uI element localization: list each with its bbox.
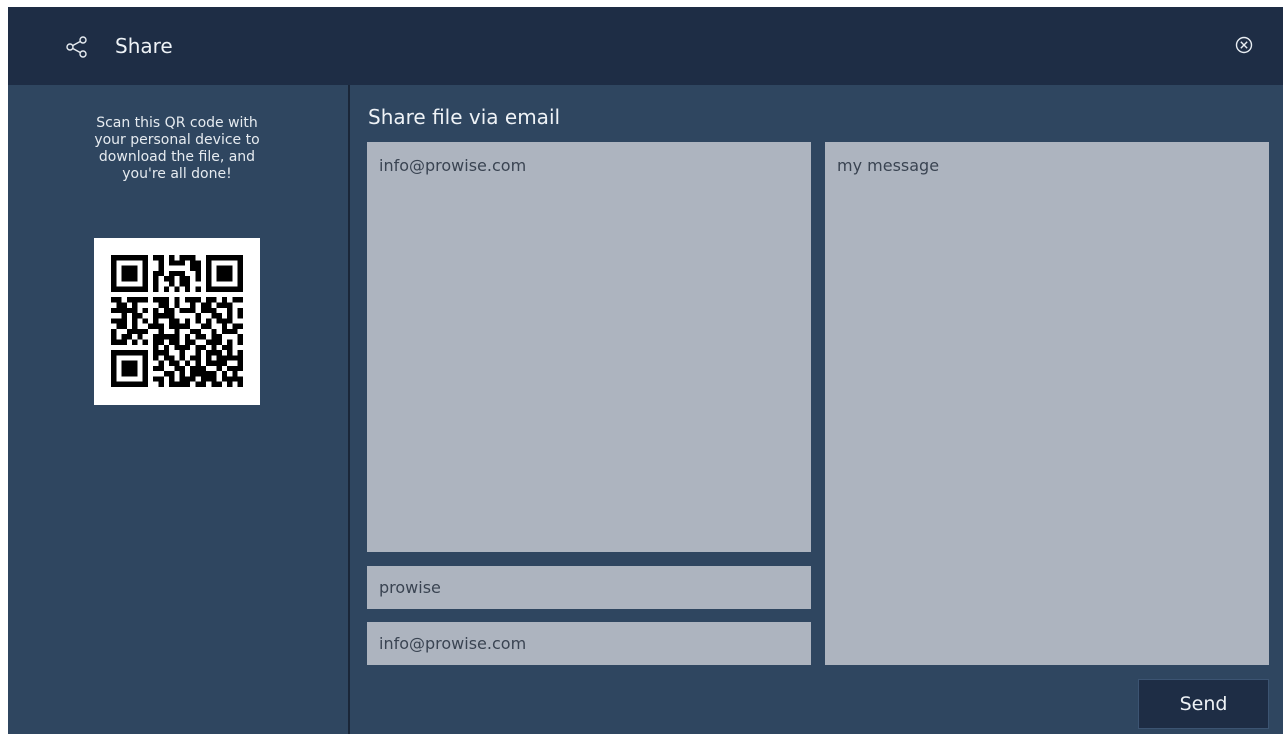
- qr-code-container: [94, 238, 260, 405]
- sender-name-field[interactable]: [367, 566, 811, 609]
- email-panel: Share file via email info@prowise.com my…: [350, 85, 1283, 734]
- dialog-title: Share: [115, 34, 173, 58]
- send-button[interactable]: Send: [1138, 679, 1269, 729]
- qr-instructions: Scan this QR code with your personal dev…: [94, 115, 260, 182]
- sender-email-field[interactable]: [367, 622, 811, 665]
- qr-sidebar: Scan this QR code with your personal dev…: [8, 85, 350, 734]
- section-title: Share file via email: [368, 105, 561, 129]
- title-bar: Share: [8, 7, 1283, 85]
- message-field[interactable]: my message: [825, 142, 1269, 665]
- close-circle-icon[interactable]: [1234, 35, 1254, 55]
- recipients-field[interactable]: info@prowise.com: [367, 142, 811, 552]
- share-dialog: Share Scan this QR code with your person…: [8, 7, 1283, 734]
- qr-code-icon: [111, 255, 243, 387]
- share-icon: [66, 36, 87, 58]
